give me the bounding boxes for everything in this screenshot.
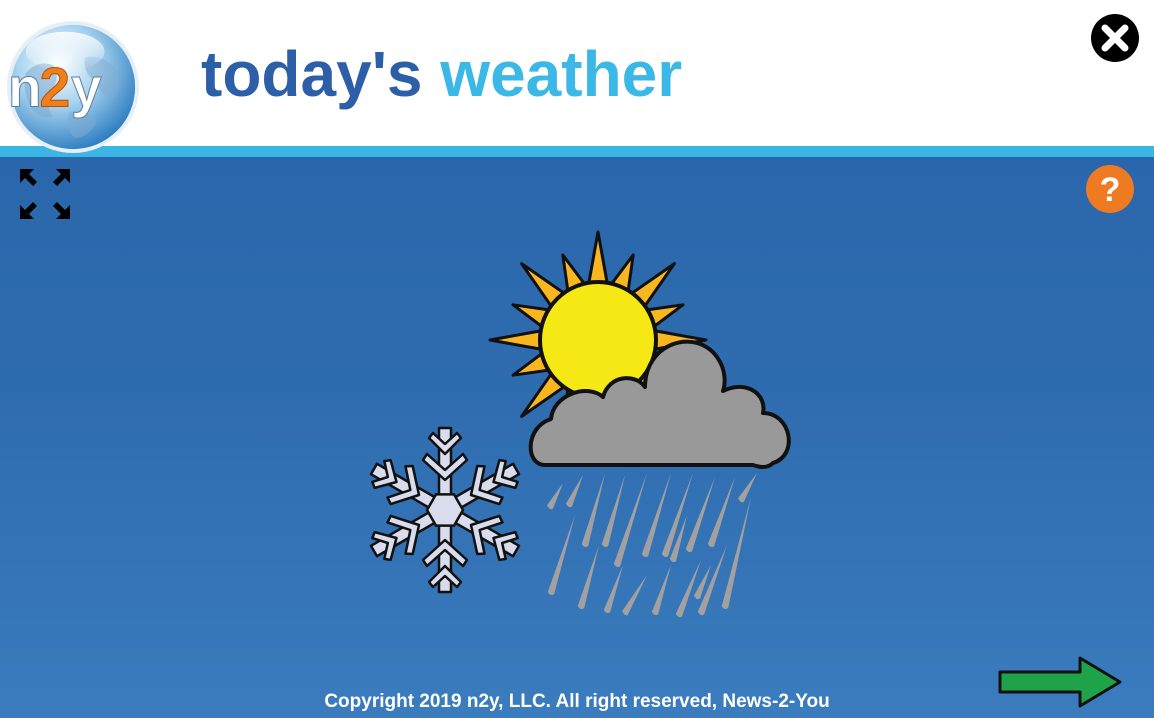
title-part-weather: weather [440, 38, 683, 110]
svg-text:n: n [8, 57, 42, 119]
fullscreen-expand-icon [20, 169, 70, 219]
help-label: ? [1100, 171, 1121, 209]
weather-app: n 2 y today's weather ? Copyright 2019 n… [0, 0, 1154, 718]
svg-text:2: 2 [39, 57, 70, 119]
copyright-text: Copyright 2019 n2y, LLC. All right reser… [324, 691, 830, 712]
rain-icon [547, 473, 757, 618]
logo-lettering: n 2 y [7, 56, 102, 119]
snowflake-icon [369, 426, 521, 594]
title-part-today: today's [201, 38, 423, 110]
sun-cloud-rain-snow-icon [369, 230, 791, 618]
page-title: today's weather [201, 32, 682, 116]
weather-illustration [369, 230, 791, 618]
fullscreen-button[interactable] [18, 167, 72, 221]
n2y-logo: n 2 y [6, 20, 140, 154]
header-stripe [0, 146, 1154, 157]
close-x-icon [1091, 14, 1139, 62]
help-button[interactable]: ? [1086, 165, 1134, 213]
close-button[interactable] [1091, 14, 1139, 62]
svg-text:y: y [71, 57, 102, 119]
